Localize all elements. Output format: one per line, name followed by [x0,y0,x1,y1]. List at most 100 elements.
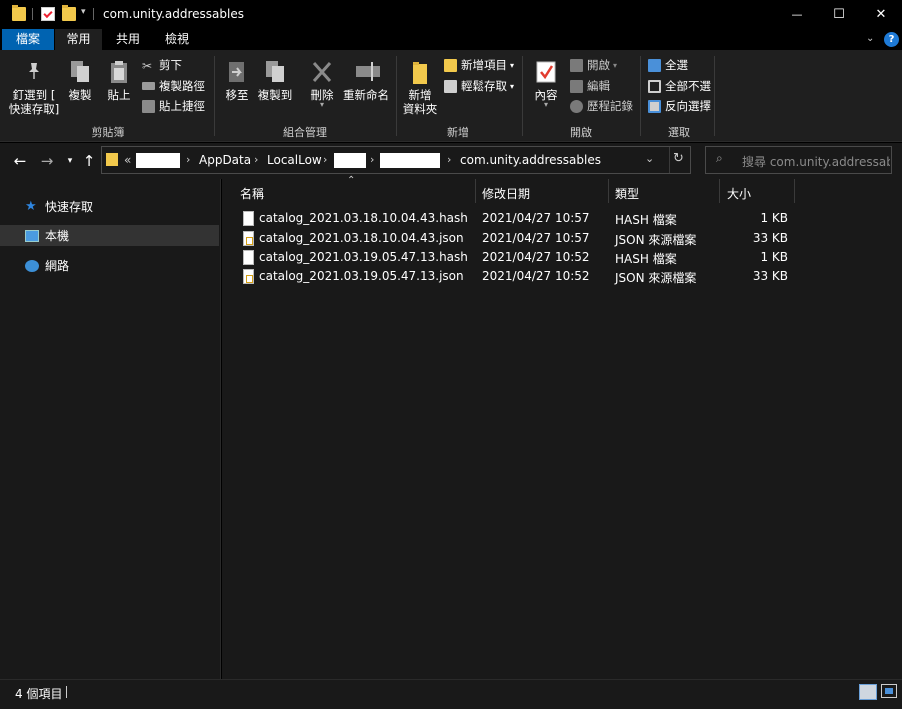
history-button[interactable]: 歷程記錄 [570,97,633,115]
back-arrow-icon[interactable]: ← [10,151,30,171]
table-row[interactable]: catalog_2021.03.18.10.04.43.hash 2021/04… [222,209,902,228]
cut-button[interactable]: ✂ 剪下 [142,56,182,74]
tab-file[interactable]: 檔案 [2,29,54,50]
maximize-button[interactable]: ☐ [816,0,862,29]
open-icon [570,58,583,72]
pin-to-quick-access-button[interactable]: 釘選到 [ 快速存取] [6,62,62,116]
refresh-icon[interactable]: ↻ [673,151,684,166]
paste-shortcut-button[interactable]: 貼上捷徑 [142,97,205,115]
up-arrow-icon[interactable]: ↑ [79,151,99,171]
file-name: catalog_2021.03.19.05.47.13.json [259,269,464,283]
close-button[interactable]: ✕ [858,0,902,29]
move-to-button[interactable]: 移至 [220,60,254,102]
address-bar[interactable]: « › AppData › LocalLow › › › com.unity.a… [101,146,691,174]
new-folder-quick-icon[interactable] [62,5,76,21]
breadcrumb-current[interactable]: com.unity.addressables [460,153,601,167]
collapse-ribbon-icon[interactable]: ⌄ [866,33,874,44]
customize-quick-access-icon[interactable]: ▾ [81,7,86,17]
invert-selection-button[interactable]: 反向選擇 [648,97,711,115]
copy-label: 複製 [68,88,92,102]
select-all-button[interactable]: 全選 [648,56,688,74]
file-date: 2021/04/27 10:52 [482,250,590,264]
paste-label: 貼上 [107,88,131,102]
details-view-icon[interactable] [859,684,877,700]
large-icons-view-icon[interactable] [881,684,897,698]
edit-icon [570,79,583,93]
pin-icon [26,62,42,80]
move-to-label: 移至 [225,88,249,102]
column-separator[interactable] [608,179,609,203]
properties-button[interactable]: 內容 ▾ [530,60,562,109]
breadcrumb-overflow[interactable]: « [124,153,131,167]
breadcrumb-redacted[interactable] [380,153,440,168]
new-folder-label-line1: 新增 [408,88,432,102]
paste-shortcut-icon [142,99,155,113]
copy-to-button[interactable]: 複製到 [255,60,295,102]
column-header-date[interactable]: 修改日期 [482,185,530,202]
column-separator[interactable] [719,179,720,203]
table-row[interactable]: catalog_2021.03.19.05.47.13.json 2021/04… [222,267,902,286]
table-row[interactable]: catalog_2021.03.18.10.04.43.json 2021/04… [222,229,902,248]
column-header-size[interactable]: 大小 [727,185,751,202]
breadcrumb-item[interactable]: AppData [199,153,251,167]
recent-locations-chevron-icon[interactable]: ▾ [60,151,80,171]
paste-button[interactable]: 貼上 [103,60,135,102]
folder-icon [106,153,118,166]
table-row[interactable]: catalog_2021.03.19.05.47.13.hash 2021/04… [222,248,902,267]
delete-x-icon [311,60,333,84]
title-bar: ▾ com.unity.addressables — ☐ ✕ [0,0,902,29]
delete-button[interactable]: 刪除 ▾ [306,60,338,109]
select-none-label: 全部不選 [665,79,711,93]
nav-item-label: 本機 [45,229,70,243]
history-icon [570,99,583,113]
breadcrumb-separator-icon[interactable]: › [447,153,451,166]
file-size: 1 KB [760,211,788,225]
breadcrumb-item[interactable]: LocalLow [267,153,322,167]
divider [66,686,67,698]
properties-quick-icon[interactable] [41,7,55,21]
new-folder-button[interactable]: 新增 資料夾 [400,60,440,116]
file-type: HASH 檔案 [615,213,677,227]
open-button[interactable]: 開啟 ▾ [570,56,617,74]
select-none-button[interactable]: 全部不選 [648,77,711,95]
select-all-icon [648,58,661,72]
navigation-pane: ★ 快速存取 本機 網路 [0,179,221,679]
easy-access-button[interactable]: 輕鬆存取 ▾ [444,77,514,95]
tab-view[interactable]: 檢視 [153,29,201,50]
column-header-name[interactable]: 名稱 [240,185,264,202]
pin-label-line1: 釘選到 [ [12,88,56,102]
nav-item-label: 快速存取 [45,200,94,214]
breadcrumb-separator-icon[interactable]: › [254,153,258,166]
breadcrumb-redacted[interactable] [136,153,180,168]
tab-share[interactable]: 共用 [105,29,151,50]
nav-item-network[interactable]: 網路 [0,255,219,276]
breadcrumb-separator-icon[interactable]: › [323,153,327,166]
nav-item-this-pc[interactable]: 本機 [0,225,219,246]
group-label-new: 新增 [447,126,469,139]
rename-button[interactable]: 重新命名 [342,60,390,102]
new-item-dropdown-icon: ▾ [510,60,515,70]
properties-dropdown-icon[interactable]: ▾ [530,101,562,109]
column-separator[interactable] [475,179,476,203]
new-item-button[interactable]: 新增項目 ▾ [444,56,514,74]
search-box[interactable]: ⌕ 搜尋 com.unity.addressables [705,146,892,174]
breadcrumb-separator-icon[interactable]: › [370,153,374,166]
breadcrumb-separator-icon[interactable]: › [186,153,190,166]
forward-arrow-icon[interactable]: → [37,151,57,171]
help-icon[interactable]: ? [884,32,899,47]
copy-to-label: 複製到 [257,88,293,102]
column-separator[interactable] [794,179,795,203]
rename-label: 重新命名 [343,88,389,102]
delete-dropdown-icon[interactable]: ▾ [306,101,338,109]
breadcrumb-redacted[interactable] [334,153,366,168]
address-history-chevron-icon[interactable]: ⌄ [645,152,654,165]
copy-button[interactable]: 複製 [64,60,96,102]
file-date: 2021/04/27 10:52 [482,269,590,283]
nav-item-quick-access[interactable]: ★ 快速存取 [0,196,219,217]
minimize-button[interactable]: — [774,0,820,29]
column-header-type[interactable]: 類型 [615,185,639,202]
copy-path-button[interactable]: 複製路徑 [142,77,205,95]
tab-home[interactable]: 常用 [55,29,102,50]
edit-button[interactable]: 編輯 [570,77,610,95]
paste-icon [108,60,130,84]
